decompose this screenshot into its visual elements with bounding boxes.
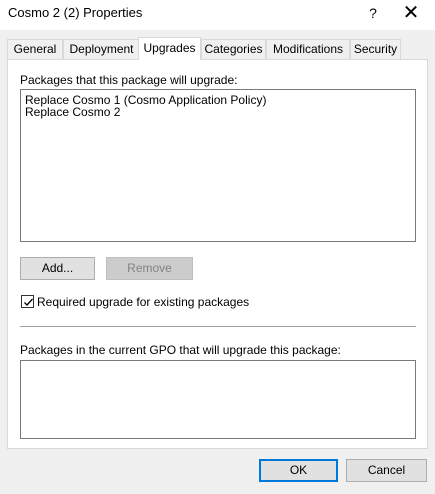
checkmark-icon bbox=[24, 298, 33, 306]
tab-general[interactable]: General bbox=[7, 39, 63, 59]
tab-categories[interactable]: Categories bbox=[201, 39, 266, 59]
title-bar: Cosmo 2 (2) Properties ? ✕ bbox=[0, 0, 435, 30]
gpo-packages-list[interactable] bbox=[20, 360, 416, 439]
window-title: Cosmo 2 (2) Properties bbox=[8, 5, 143, 20]
cancel-button[interactable]: Cancel bbox=[346, 459, 427, 482]
ok-button[interactable]: OK bbox=[259, 459, 338, 482]
upgrade-list-label: Packages that this package will upgrade: bbox=[20, 73, 238, 87]
upgrades-tab-panel: Packages that this package will upgrade:… bbox=[7, 59, 428, 449]
required-upgrade-checkbox[interactable] bbox=[21, 295, 34, 308]
gpo-list-label: Packages in the current GPO that will up… bbox=[20, 343, 341, 357]
tab-modifications[interactable]: Modifications bbox=[266, 39, 350, 59]
close-button[interactable]: ✕ bbox=[398, 1, 424, 25]
separator bbox=[20, 326, 416, 327]
properties-dialog: Cosmo 2 (2) Properties ? ✕ General Deplo… bbox=[0, 0, 435, 494]
add-button[interactable]: Add... bbox=[20, 257, 95, 280]
tab-security[interactable]: Security bbox=[350, 39, 401, 59]
help-button[interactable]: ? bbox=[364, 3, 382, 23]
tab-deployment[interactable]: Deployment bbox=[63, 39, 140, 59]
remove-button[interactable]: Remove bbox=[106, 257, 193, 280]
required-upgrade-label: Required upgrade for existing packages bbox=[37, 295, 250, 309]
tab-upgrades[interactable]: Upgrades bbox=[138, 37, 201, 60]
upgrade-packages-list[interactable]: Replace Cosmo 1 (Cosmo Application Polic… bbox=[20, 89, 416, 242]
list-item[interactable]: Replace Cosmo 2 bbox=[25, 106, 120, 119]
